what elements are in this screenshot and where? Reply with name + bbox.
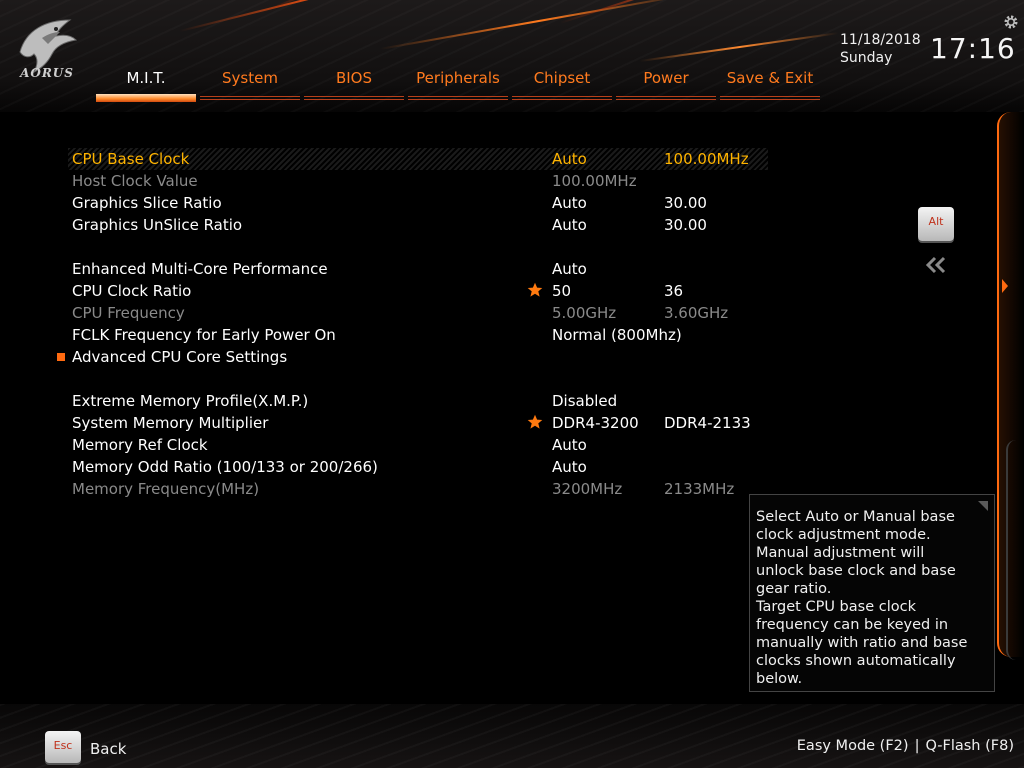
setting-current-value: 100.00MHz xyxy=(664,150,749,168)
tab-system[interactable]: System xyxy=(200,66,300,100)
easy-mode-link[interactable]: Easy Mode (F2) xyxy=(797,738,909,754)
submenu-bullet-icon xyxy=(57,353,65,361)
back-label[interactable]: Back xyxy=(90,740,126,758)
setting-label: Memory Frequency(MHz) xyxy=(72,480,260,498)
header-streak xyxy=(379,0,696,50)
setting-row-memory-odd-ratio[interactable]: Memory Odd Ratio (100/133 or 200/266) Au… xyxy=(0,456,760,478)
setting-value: Auto xyxy=(552,436,587,454)
setting-row-cpu-base-clock[interactable]: CPU Base Clock Auto 100.00MHz xyxy=(0,148,768,170)
setting-label: CPU Base Clock xyxy=(72,150,190,168)
double-chevron-left-icon[interactable] xyxy=(924,256,948,274)
star-icon xyxy=(527,414,543,429)
setting-current-value: 36 xyxy=(664,282,684,300)
setting-value: 50 xyxy=(552,282,572,300)
tab-label: Save & Exit xyxy=(726,69,814,87)
side-panel-edge xyxy=(1006,440,1024,660)
setting-value: Auto xyxy=(552,150,587,168)
alt-key-button[interactable]: Alt xyxy=(918,207,954,241)
setting-row-fclk-frequency[interactable]: FCLK Frequency for Early Power On Normal… xyxy=(0,324,760,346)
tab-underline xyxy=(720,96,820,100)
tab-underline xyxy=(200,96,300,100)
tab-label: Chipset xyxy=(533,69,591,87)
tab-peripherals[interactable]: Peripherals xyxy=(408,66,508,100)
setting-value: DDR4-3200 xyxy=(552,414,639,432)
header-streak xyxy=(259,0,428,14)
tab-underline xyxy=(616,96,716,100)
setting-row-memory-ref-clock[interactable]: Memory Ref Clock Auto xyxy=(0,434,760,456)
setting-value: Auto xyxy=(552,458,587,476)
setting-value: Auto xyxy=(552,216,587,234)
setting-label: CPU Frequency xyxy=(72,304,185,322)
setting-row-xmp[interactable]: Extreme Memory Profile(X.M.P.) Disabled xyxy=(0,390,760,412)
setting-value: 3200MHz xyxy=(552,480,623,498)
setting-current-value: 2133MHz xyxy=(664,480,735,498)
setting-current-value: 3.60GHz xyxy=(664,304,729,322)
tab-power[interactable]: Power xyxy=(616,66,716,100)
tab-underline xyxy=(96,94,196,102)
tab-label: M.I.T. xyxy=(126,69,166,87)
tab-label: Peripherals xyxy=(416,69,500,87)
clock-time: 17:16 xyxy=(930,32,1016,65)
setting-row-graphics-slice-ratio[interactable]: Graphics Slice Ratio Auto 30.00 xyxy=(0,192,760,214)
setting-label: CPU Clock Ratio xyxy=(72,282,192,300)
setting-label: System Memory Multiplier xyxy=(72,414,269,432)
esc-key-button[interactable]: Esc xyxy=(45,731,81,763)
tab-bios[interactable]: BIOS xyxy=(304,66,404,100)
setting-label: Memory Odd Ratio (100/133 or 200/266) xyxy=(72,458,378,476)
tab-save-exit[interactable]: Save & Exit xyxy=(720,66,820,100)
setting-row-cpu-frequency: CPU Frequency 5.00GHz 3.60GHz xyxy=(0,302,760,324)
setting-current-value: 30.00 xyxy=(664,194,707,212)
header-streak xyxy=(179,0,433,32)
footer-shortcuts: Easy Mode (F2) | Q-Flash (F8) xyxy=(797,738,1014,754)
setting-row-cpu-clock-ratio[interactable]: CPU Clock Ratio 50 36 xyxy=(0,280,760,302)
brand-logo-text: AORUS xyxy=(20,66,74,80)
setting-row-system-memory-multiplier[interactable]: System Memory Multiplier DDR4-3200 DDR4-… xyxy=(0,412,760,434)
header-streak xyxy=(639,32,839,62)
help-description-box: Select Auto or Manual base clock adjustm… xyxy=(749,494,995,692)
tab-label: BIOS xyxy=(335,69,373,87)
setting-current-value: DDR4-2133 xyxy=(664,414,751,432)
setting-label: FCLK Frequency for Early Power On xyxy=(72,326,336,344)
setting-row-graphics-unslice-ratio[interactable]: Graphics UnSlice Ratio Auto 30.00 xyxy=(0,214,760,236)
tab-underline xyxy=(304,96,404,100)
tab-underline xyxy=(512,96,612,100)
setting-row-advanced-cpu-core-settings[interactable]: Advanced CPU Core Settings xyxy=(0,346,760,368)
date-display: 11/18/2018 Sunday xyxy=(840,31,921,67)
tab-label: Power xyxy=(643,69,689,87)
tab-chipset[interactable]: Chipset xyxy=(512,66,612,100)
setting-label: Graphics UnSlice Ratio xyxy=(72,216,243,234)
footer-separator: | xyxy=(914,738,920,754)
setting-value: Disabled xyxy=(552,392,618,410)
date-text: 11/18/2018 xyxy=(840,32,921,48)
tab-underline xyxy=(408,96,508,100)
setting-value: Auto xyxy=(552,260,587,278)
setting-current-value: 30.00 xyxy=(664,216,707,234)
setting-row-host-clock-value: Host Clock Value 100.00MHz xyxy=(0,170,760,192)
chevron-right-icon[interactable] xyxy=(1001,278,1009,294)
setting-label: Memory Ref Clock xyxy=(72,436,208,454)
tab-label: System xyxy=(222,69,278,87)
help-text: Select Auto or Manual base clock adjustm… xyxy=(756,509,968,687)
setting-label: Host Clock Value xyxy=(72,172,198,190)
setting-value: Auto xyxy=(552,194,587,212)
header-streak xyxy=(559,0,789,24)
setting-value: 5.00GHz xyxy=(552,304,617,322)
qflash-link[interactable]: Q-Flash (F8) xyxy=(925,738,1014,754)
setting-label: Enhanced Multi-Core Performance xyxy=(72,260,328,278)
tab-mit[interactable]: M.I.T. xyxy=(96,66,196,102)
setting-value: Normal (800Mhz) xyxy=(552,326,682,344)
setting-row-enhanced-multi-core[interactable]: Enhanced Multi-Core Performance Auto xyxy=(0,258,760,280)
footer-background xyxy=(0,704,1024,768)
day-text: Sunday xyxy=(840,50,893,66)
setting-value: 100.00MHz xyxy=(552,172,637,190)
star-icon xyxy=(527,282,543,297)
gear-icon[interactable] xyxy=(1003,14,1019,30)
setting-label: Extreme Memory Profile(X.M.P.) xyxy=(72,392,309,410)
setting-label: Advanced CPU Core Settings xyxy=(72,348,288,366)
setting-label: Graphics Slice Ratio xyxy=(72,194,222,212)
setting-row-memory-frequency: Memory Frequency(MHz) 3200MHz 2133MHz xyxy=(0,478,760,500)
